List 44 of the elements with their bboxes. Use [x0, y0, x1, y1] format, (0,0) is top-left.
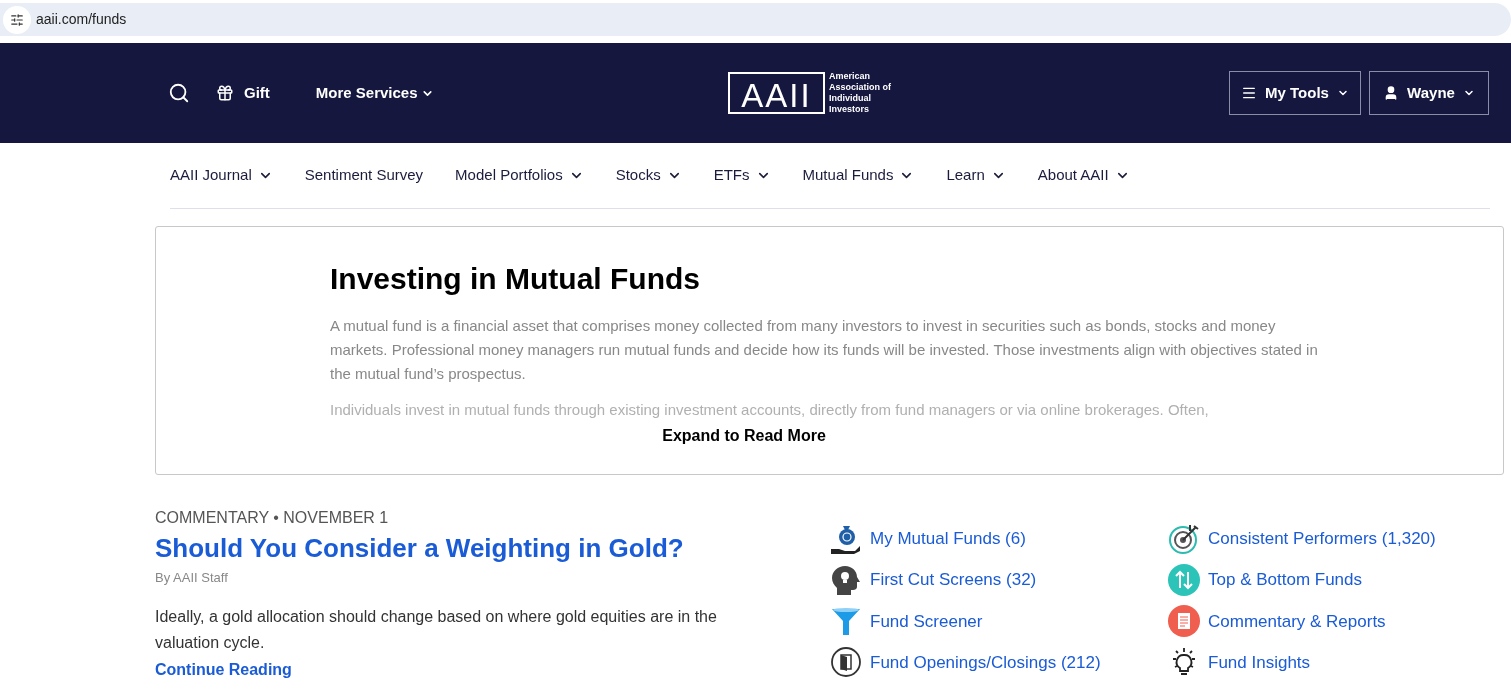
- url-text: aaii.com/funds: [36, 10, 127, 29]
- address-bar[interactable]: aaii.com/funds: [0, 3, 1511, 36]
- expand-button[interactable]: Expand to Read More: [662, 424, 826, 448]
- search-icon[interactable]: [168, 82, 190, 104]
- nav-item[interactable]: Learn: [946, 164, 1006, 187]
- site-settings-icon[interactable]: [3, 5, 31, 34]
- target-icon: [1168, 523, 1200, 555]
- logo-text: American Association of Individual Investors: [829, 71, 891, 115]
- fund-tool-link[interactable]: Commentary & Reports: [1168, 605, 1468, 638]
- article-summary: Ideally, a gold allocation should change based on where gold equities are in the valuation cycle.: [155, 606, 718, 653]
- document-icon: [1168, 605, 1200, 638]
- article-kicker: COMMENTARY • NOVEMBER 1: [155, 508, 390, 528]
- money-bag-icon: [830, 523, 862, 555]
- nav-item[interactable]: AAII Journal: [170, 164, 273, 187]
- intro-paragraph: A mutual fund is a financial asset that comprises money collected from many investors to invest in securities such as bonds, stocks and money markets. Professional money managers run mutual funds and decide how its funds will be invested. Those investments align with objectives stated in the mutual fund’s prospectus.: [330, 316, 1319, 384]
- door-icon: [830, 646, 862, 679]
- my-tools-button[interactable]: My Tools: [1229, 71, 1361, 115]
- head-lightbulb-icon: [830, 564, 862, 597]
- fund-tool-link[interactable]: Consistent Performers (1,320): [1168, 523, 1468, 555]
- nav-item[interactable]: Sentiment Survey: [304, 164, 424, 187]
- fund-tool-link[interactable]: My Mutual Funds (6): [830, 523, 1168, 555]
- article-title[interactable]: Should You Consider a Weighting in Gold?: [155, 532, 735, 564]
- up-down-arrows-icon: [1168, 564, 1200, 597]
- user-menu-button[interactable]: Wayne: [1369, 71, 1489, 115]
- menu-icon: [1241, 85, 1258, 101]
- nav-item[interactable]: Stocks: [615, 164, 682, 187]
- gift-icon: [216, 84, 234, 102]
- intro-title: Investing in Mutual Funds: [330, 261, 701, 297]
- article-byline: By AAII Staff: [155, 569, 229, 587]
- logo[interactable]: AAII: [728, 72, 825, 114]
- fund-tool-link[interactable]: First Cut Screens (32): [830, 564, 1168, 597]
- gift-link[interactable]: Gift: [216, 81, 270, 105]
- nav-item[interactable]: About AAII: [1037, 164, 1130, 187]
- fund-tool-link[interactable]: Fund Openings/Closings (212): [830, 646, 1168, 679]
- nav-item[interactable]: Mutual Funds: [802, 164, 915, 187]
- fund-tool-link[interactable]: Fund Insights: [1168, 646, 1468, 679]
- fund-tool-link[interactable]: Fund Screener: [830, 605, 1168, 638]
- nav-item[interactable]: ETFs: [713, 164, 771, 187]
- intro-paragraph: Individuals invest in mutual funds through existing investment accounts, directly from fund managers or via online brokerages. Often,: [330, 400, 1210, 420]
- funnel-icon: [830, 605, 862, 638]
- nav-item[interactable]: Model Portfolios: [455, 164, 584, 187]
- more-services-menu[interactable]: More Services: [315, 81, 434, 105]
- continue-reading-link[interactable]: Continue Reading: [155, 657, 292, 682]
- fund-tool-link[interactable]: Top & Bottom Funds: [1168, 564, 1468, 597]
